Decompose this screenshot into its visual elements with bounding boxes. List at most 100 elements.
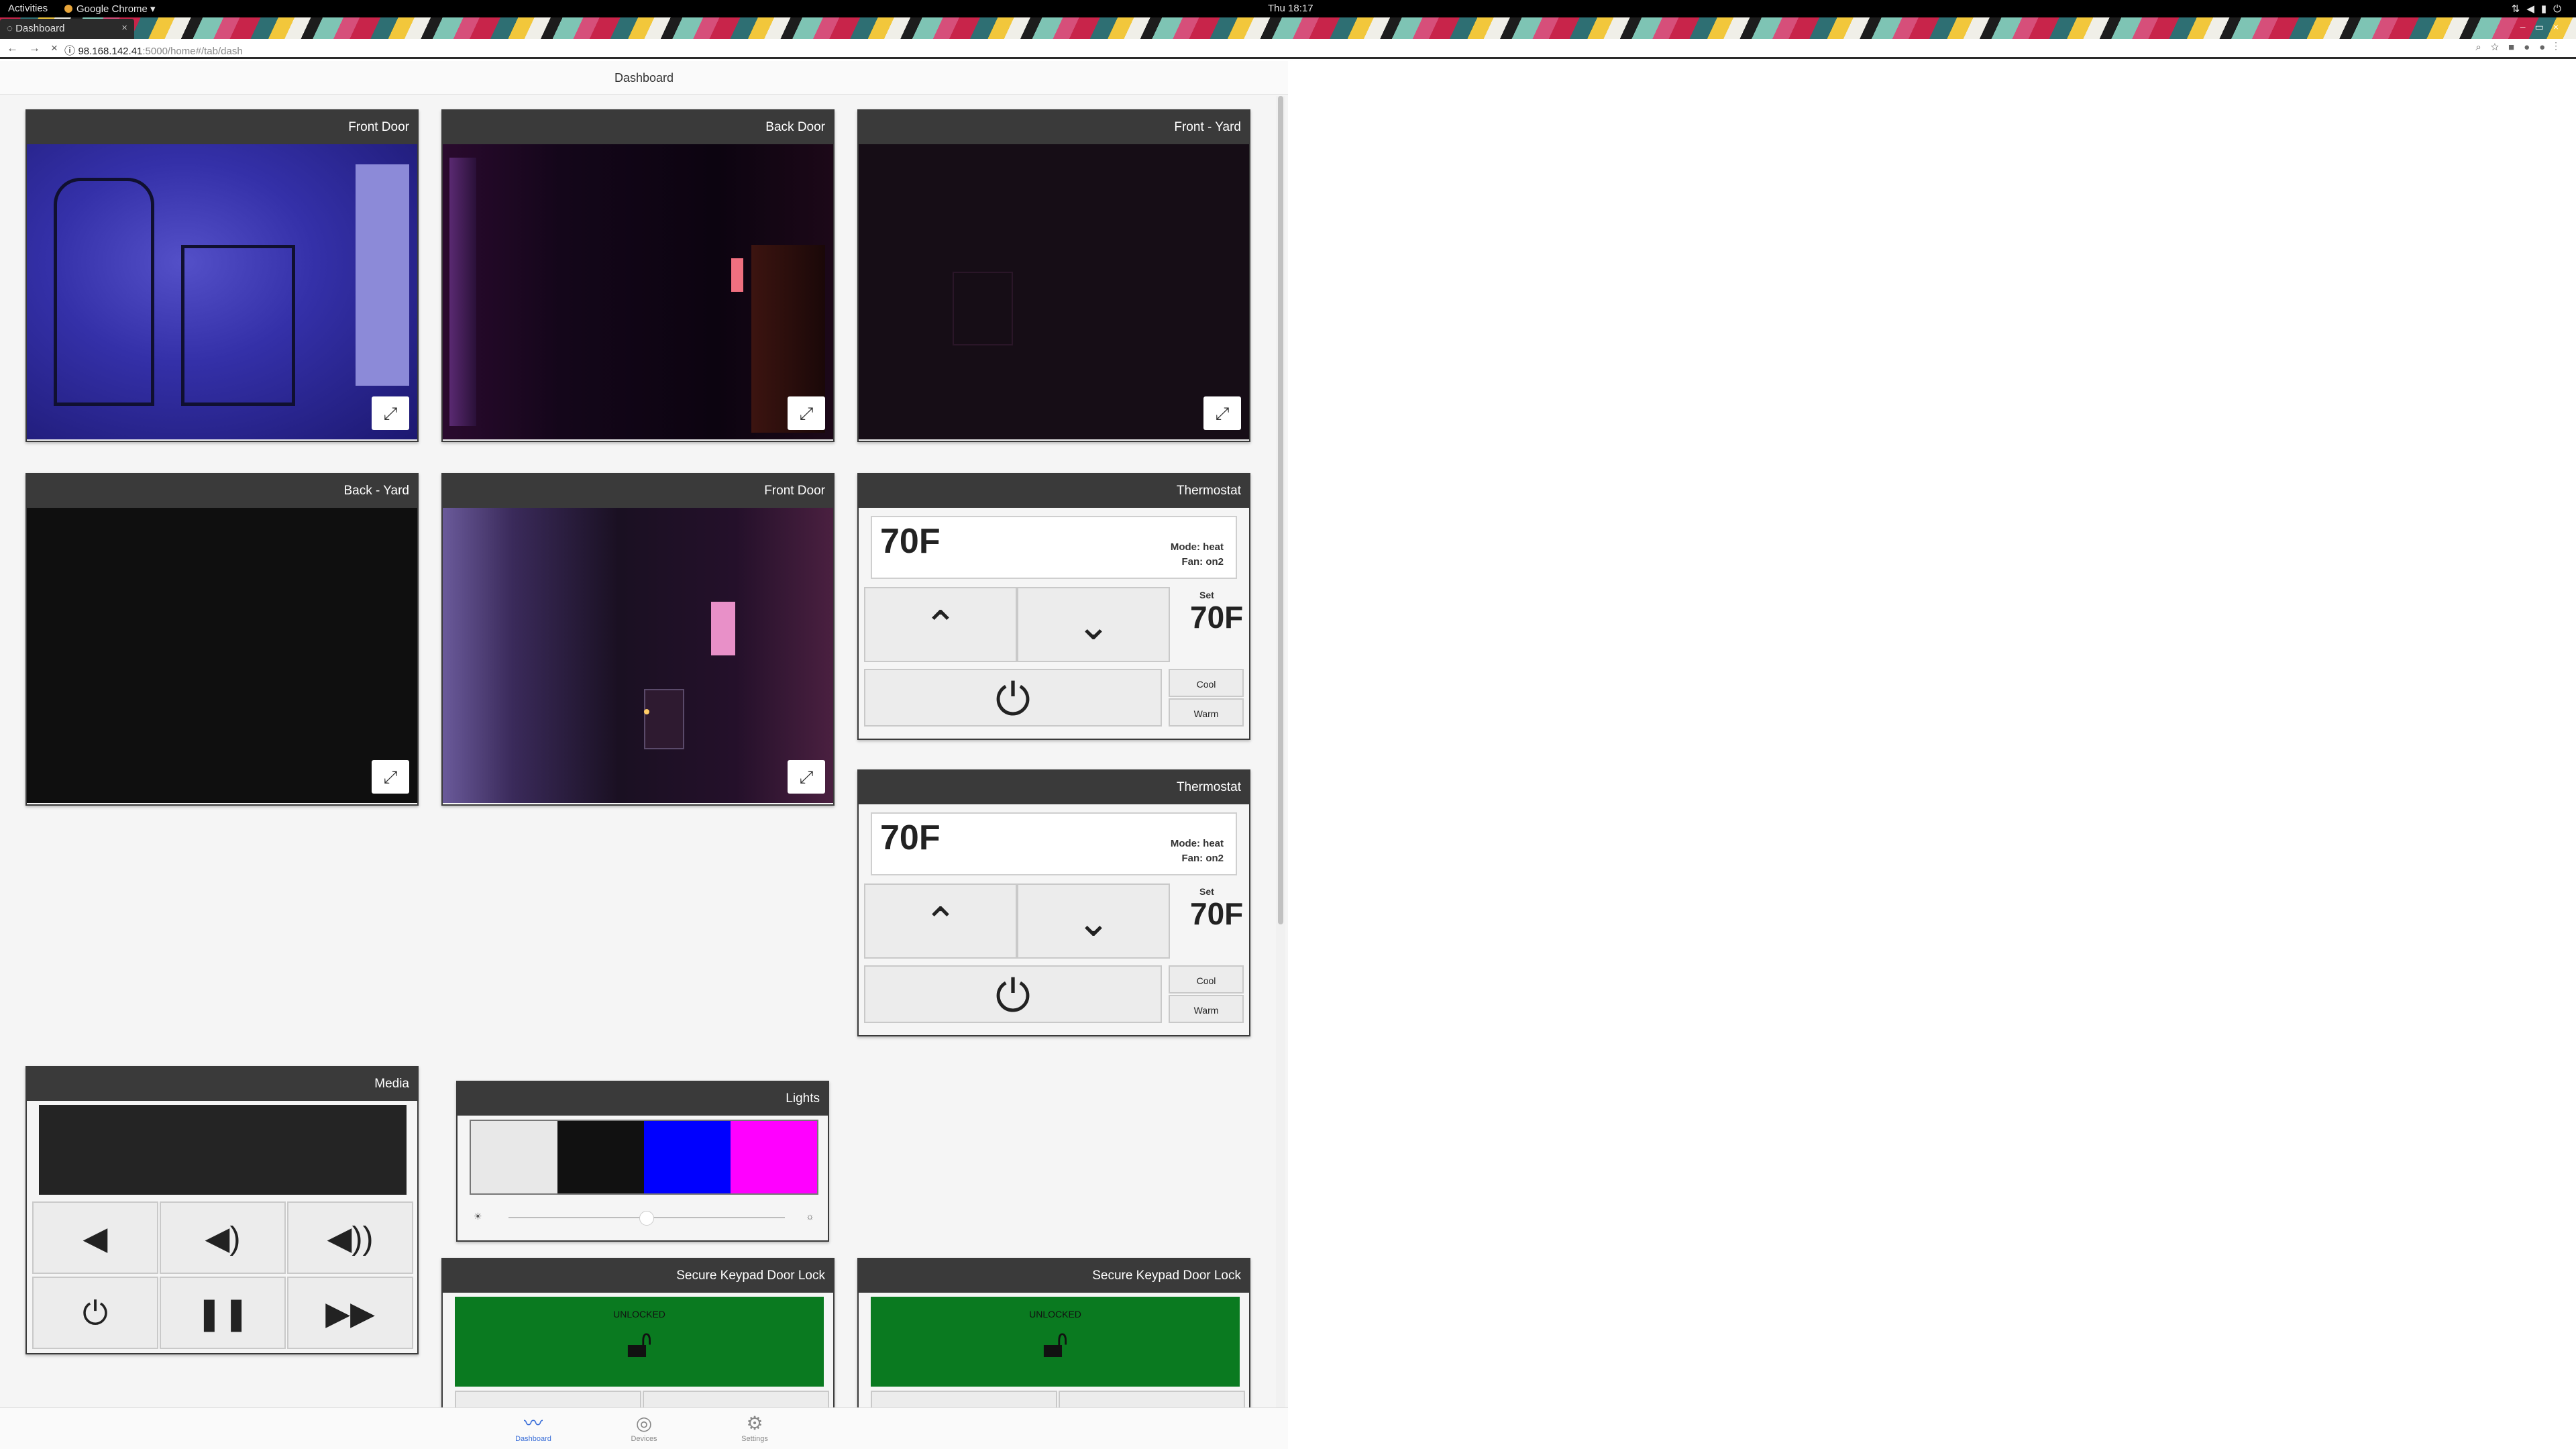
nav-buttons: ←→× [7, 42, 68, 55]
media-power-button[interactable]: ⏻ [32, 1277, 158, 1349]
chair-shape [54, 178, 154, 406]
window-light-shape [711, 602, 735, 655]
camera-feed[interactable]: ⤢ [27, 144, 417, 439]
power-icon: ⏻ [995, 674, 1031, 724]
door-frame-shape [356, 164, 409, 386]
bookmark-star-icon[interactable]: ☆ [2491, 42, 2508, 53]
temp-up-button[interactable]: ⌃ [864, 587, 1017, 662]
forward-icon[interactable]: → [29, 42, 51, 54]
expand-icon[interactable]: ⤢ [788, 396, 825, 430]
browser-toolbar: ←→× ⓘ 98.168.142.41:5000/home#/tab/dash … [0, 39, 2576, 59]
nav-dashboard[interactable]: 〰 Dashboard [503, 1412, 564, 1443]
expand-icon[interactable]: ⤢ [372, 760, 409, 794]
system-tray[interactable]: ⇅◀▮⏻ [2512, 3, 2568, 15]
camera-title: Back - Yard [27, 474, 417, 508]
media-display [39, 1105, 407, 1195]
clock[interactable]: Thu 18:17 [1268, 3, 1313, 14]
volume-up-icon: ◀)) [327, 1221, 374, 1256]
chevron-up-icon: ⌃ [923, 603, 958, 648]
expand-icon[interactable]: ⤢ [372, 396, 409, 430]
nav-label: Devices [631, 1435, 657, 1443]
camera-feed[interactable]: ⤢ [443, 508, 833, 803]
pause-button[interactable]: ❚❚ [160, 1277, 286, 1349]
url-host: 98.168.142.41 [78, 46, 143, 57]
camera-card: Front Door ⤢ [25, 109, 419, 442]
thermostat-title: Thermostat [859, 474, 1249, 508]
lock-status-panel[interactable]: UNLOCKED 🔓︎ [871, 1297, 1240, 1387]
menu-icon[interactable]: ⋮ [2555, 42, 2567, 53]
volume-up-button[interactable]: ◀)) [287, 1201, 413, 1274]
lock-status-text: UNLOCKED [613, 1309, 665, 1320]
browser-tab[interactable]: ◌ Dashboard × [0, 19, 134, 39]
app-menu[interactable]: Google Chrome ▾ [64, 3, 156, 15]
camera-feed[interactable]: ⤢ [859, 144, 1249, 439]
power-icon: ⏻ [2553, 3, 2568, 15]
door-lock-card: Secure Keypad Door Lock UNLOCKED 🔓︎ [441, 1258, 835, 1417]
nav-devices[interactable]: ◎ Devices [614, 1412, 674, 1443]
lights-card: Lights ☀ ☼ [456, 1081, 829, 1242]
brightness-high-icon: ☼ [806, 1211, 814, 1222]
minimize-icon[interactable]: – [2520, 21, 2535, 32]
chair-shape [181, 245, 295, 406]
slider-knob[interactable] [639, 1211, 654, 1226]
fast-forward-icon: ▶▶ [325, 1296, 375, 1332]
page-title: Dashboard [0, 61, 1288, 95]
zoom-icon[interactable]: ⌕ [2475, 42, 2490, 53]
thermostat-reading: 70F Mode: heat Fan: on2 [871, 812, 1237, 875]
cool-button[interactable]: Cool [1169, 669, 1244, 697]
activities-button[interactable]: Activities [8, 3, 48, 14]
window-controls[interactable]: –▭× [2520, 21, 2568, 33]
expand-icon[interactable]: ⤢ [1203, 396, 1241, 430]
extension-icon[interactable]: ■ [2508, 42, 2524, 53]
warm-button[interactable]: Warm [1169, 995, 1244, 1023]
toolbar-actions: ⌕☆■●●⋮ [2475, 42, 2567, 53]
color-swatch[interactable] [731, 1121, 817, 1193]
camera-feed[interactable]: ⤢ [443, 144, 833, 439]
app-menu-label: Google Chrome [76, 3, 148, 15]
nav-settings[interactable]: ⚙ Settings [724, 1412, 785, 1443]
maximize-icon[interactable]: ▭ [2535, 21, 2553, 32]
thermostat-reading: 70F Mode: heat Fan: on2 [871, 516, 1237, 579]
temp-down-button[interactable]: ⌄ [1017, 587, 1170, 662]
extension-icon[interactable]: ● [2524, 42, 2539, 53]
fast-forward-button[interactable]: ▶▶ [287, 1277, 413, 1349]
door-lock-card: Secure Keypad Door Lock UNLOCKED 🔓︎ [857, 1258, 1250, 1417]
info-icon[interactable]: ⓘ [64, 46, 78, 57]
extension-icon[interactable]: ● [2539, 42, 2555, 53]
lamp-shape [644, 709, 649, 714]
gear-icon: ⚙ [746, 1413, 763, 1434]
brightness-slider[interactable]: ☀ ☼ [474, 1210, 814, 1226]
color-swatch[interactable] [557, 1121, 644, 1193]
scrollbar-thumb[interactable] [1278, 96, 1283, 924]
window-close-icon[interactable]: × [2553, 21, 2568, 32]
camera-card: Back - Yard ⤢ [25, 473, 419, 806]
temp-down-button[interactable]: ⌄ [1017, 883, 1170, 959]
expand-icon[interactable]: ⤢ [788, 760, 825, 794]
back-icon[interactable]: ← [7, 42, 29, 54]
set-value: 70F [1190, 600, 1244, 635]
address-bar[interactable]: ⓘ 98.168.142.41:5000/home#/tab/dash [64, 42, 2453, 57]
temp-up-button[interactable]: ⌃ [864, 883, 1017, 959]
mute-button[interactable]: ◀ [32, 1201, 158, 1274]
close-icon[interactable]: × [121, 22, 127, 34]
warm-button[interactable]: Warm [1169, 698, 1244, 727]
unlocked-padlock-icon: 🔓︎ [626, 1321, 653, 1366]
nav-label: Dashboard [515, 1435, 551, 1443]
thermostat-card: Thermostat 70F Mode: heat Fan: on2 ⌃ ⌄ S… [857, 473, 1250, 740]
volume-down-icon: ◀) [205, 1221, 241, 1256]
brightness-low-icon: ☀ [474, 1211, 482, 1222]
power-button[interactable]: ⏻ [864, 965, 1162, 1023]
lock-status-panel[interactable]: UNLOCKED 🔓︎ [455, 1297, 824, 1387]
power-button[interactable]: ⏻ [864, 669, 1162, 727]
color-swatch[interactable] [644, 1121, 731, 1193]
color-swatch[interactable] [471, 1121, 557, 1193]
cool-button[interactable]: Cool [1169, 965, 1244, 994]
camera-title: Front - Yard [859, 111, 1249, 144]
media-title: Media [27, 1067, 417, 1101]
media-card: Media ◀ ◀) ◀)) ⏻ ❚❚ ▶▶ [25, 1066, 419, 1354]
volume-down-button[interactable]: ◀) [160, 1201, 286, 1274]
battery-icon: ▮ [2540, 3, 2554, 15]
page-scrollbar[interactable] [1276, 96, 1285, 1407]
camera-feed[interactable]: ⤢ [27, 508, 417, 803]
current-temp: 70F [880, 818, 941, 857]
